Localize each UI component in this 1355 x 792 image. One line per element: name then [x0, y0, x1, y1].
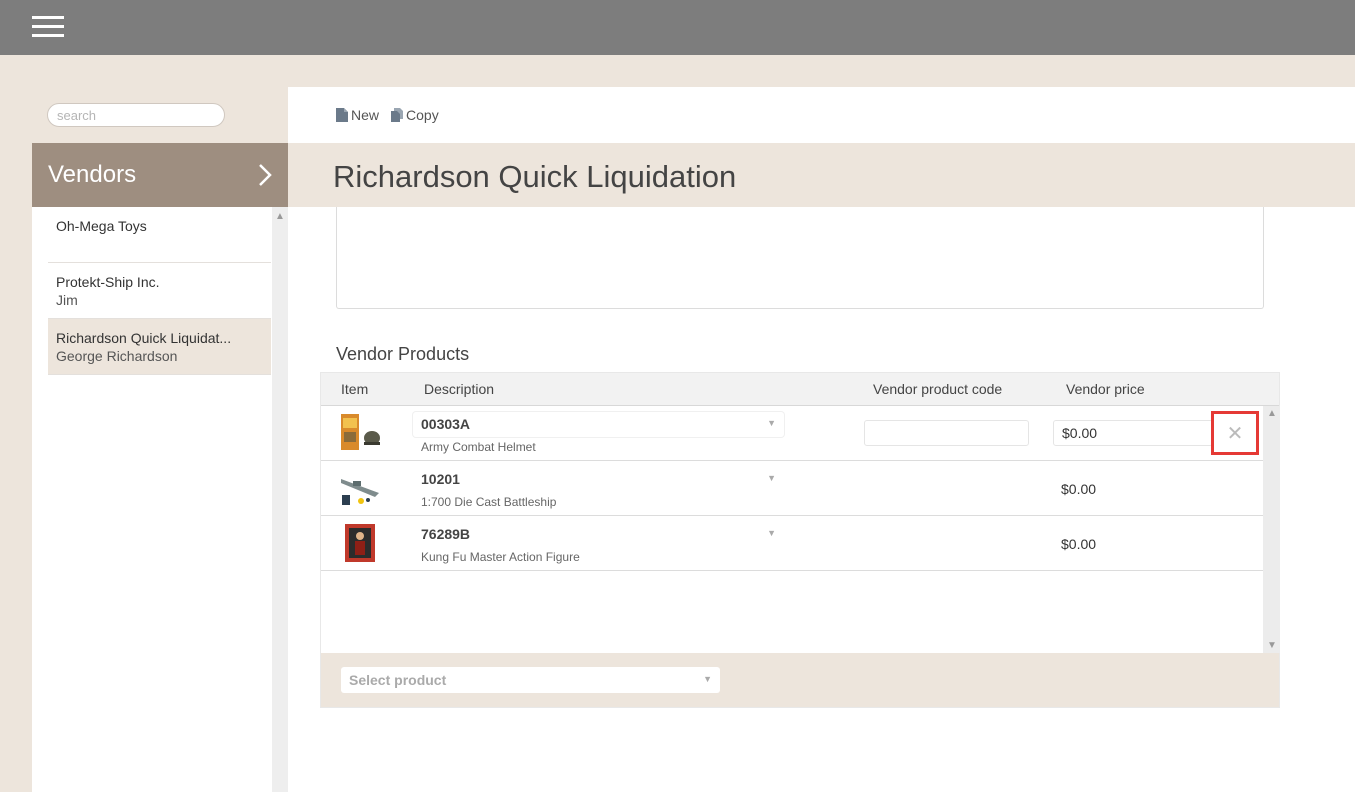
product-code-select[interactable]: 10201 ▼ [413, 467, 784, 492]
vendor-name: Richardson Quick Liquidat... [56, 330, 232, 346]
sidebar-scrollbar[interactable]: ▲ [272, 207, 288, 792]
vendor-contact: Jim [56, 292, 78, 308]
notes-textarea[interactable] [336, 207, 1264, 309]
product-description: 1:700 Die Cast Battleship [421, 495, 557, 509]
table-footer: Select product ▼ [321, 653, 1279, 707]
vendor-price[interactable]: $0.00 [1061, 536, 1096, 552]
title-bar: Richardson Quick Liquidation [288, 143, 1355, 207]
page-title: Richardson Quick Liquidation [333, 159, 737, 194]
section-title: Vendor Products [336, 344, 470, 364]
table-header: Item Description Vendor product code Ven… [321, 373, 1279, 406]
table-row[interactable]: 00303A ▼ Army Combat Helmet $0.00 ✕ [321, 406, 1263, 461]
vendor-sidebar: Vendors Oh-Mega Toys Protekt-Ship Inc. J… [32, 143, 288, 792]
delete-row-button[interactable]: ✕ [1211, 411, 1259, 455]
dropdown-arrow-icon: ▼ [703, 674, 712, 684]
vendor-detail-panel: New Copy Richardson Quick Liquidation Ve… [288, 87, 1355, 792]
toolbar: New Copy [336, 107, 439, 123]
table-row[interactable]: 76289B ▼ Kung Fu Master Action Figure $0… [321, 516, 1263, 571]
vendor-price-input[interactable]: $0.00 [1053, 420, 1213, 446]
vendor-products-table: Item Description Vendor product code Ven… [320, 372, 1280, 708]
column-header-vendor-code: Vendor product code [873, 381, 1003, 397]
vendor-list-item[interactable]: Protekt-Ship Inc. Jim [48, 263, 271, 319]
vendor-name: Oh-Mega Toys [56, 218, 147, 234]
file-icon [336, 108, 348, 122]
table-scrollbar[interactable]: ▲ ▼ [1263, 406, 1280, 653]
product-description: Kung Fu Master Action Figure [421, 550, 580, 564]
select-product-placeholder: Select product [349, 672, 447, 688]
close-icon: ✕ [1226, 422, 1244, 445]
dropdown-arrow-icon: ▼ [767, 418, 776, 428]
table-body: 00303A ▼ Army Combat Helmet $0.00 ✕ 1020… [321, 406, 1263, 653]
column-header-description: Description [424, 381, 495, 397]
copy-button[interactable]: Copy [391, 107, 439, 123]
vendor-price[interactable]: $0.00 [1061, 481, 1096, 497]
new-button[interactable]: New [336, 107, 379, 123]
product-code: 76289B [421, 526, 471, 542]
hamburger-icon[interactable] [32, 16, 64, 38]
vendor-list-item-selected[interactable]: Richardson Quick Liquidat... George Rich… [48, 319, 271, 375]
column-header-vendor-price: Vendor price [1066, 381, 1145, 397]
sidebar-header: Vendors [32, 143, 288, 207]
helmet-toy-thumbnail [341, 414, 380, 450]
product-code-select[interactable]: 76289B ▼ [413, 522, 784, 547]
new-button-label: New [351, 107, 380, 123]
product-code: 00303A [421, 416, 471, 432]
top-app-bar [0, 0, 1355, 55]
product-description: Army Combat Helmet [421, 440, 536, 454]
action-figure-thumbnail [345, 524, 375, 562]
sidebar-title: Vendors [48, 161, 137, 188]
table-row[interactable]: 10201 ▼ 1:700 Die Cast Battleship $0.00 [321, 461, 1263, 516]
vendor-name: Protekt-Ship Inc. [56, 274, 160, 290]
battleship-toy-thumbnail [341, 479, 379, 505]
scroll-up-icon[interactable]: ▲ [275, 211, 285, 222]
product-code: 10201 [421, 471, 460, 487]
dropdown-arrow-icon: ▼ [767, 473, 776, 483]
scroll-down-icon[interactable]: ▼ [1267, 640, 1277, 651]
copy-button-label: Copy [406, 107, 439, 123]
copy-icon [391, 108, 404, 122]
vendor-product-code-input[interactable] [864, 420, 1029, 446]
product-code-select[interactable]: 00303A ▼ [413, 412, 784, 437]
dropdown-arrow-icon: ▼ [767, 528, 776, 538]
scroll-up-icon[interactable]: ▲ [1267, 408, 1277, 419]
vendor-list-item[interactable]: Oh-Mega Toys [48, 207, 271, 263]
vendor-list: Oh-Mega Toys Protekt-Ship Inc. Jim Richa… [48, 207, 271, 375]
vendor-contact: George Richardson [56, 348, 178, 364]
column-header-item: Item [341, 381, 369, 397]
select-product-dropdown[interactable]: Select product ▼ [341, 667, 720, 693]
chevron-right-icon[interactable] [255, 162, 275, 188]
search-input[interactable] [47, 103, 225, 127]
